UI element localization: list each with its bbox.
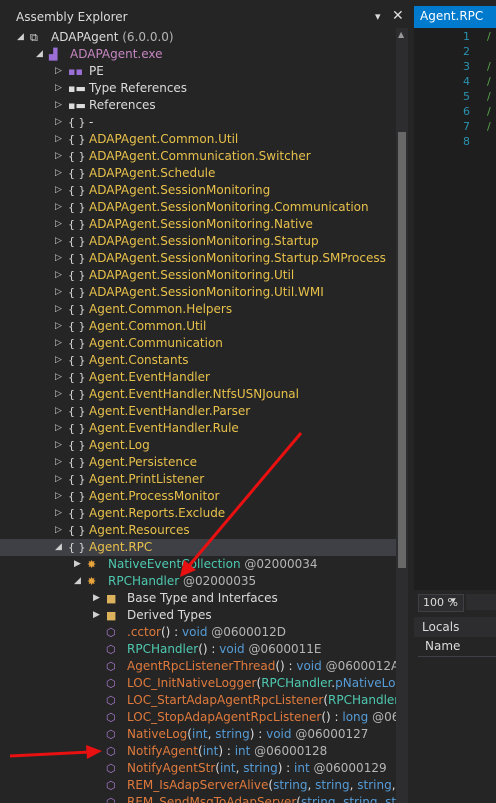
red-arrow-icon — [9, 745, 102, 759]
red-arrow-icon — [180, 432, 303, 577]
annotation-arrows — [9, 432, 303, 759]
